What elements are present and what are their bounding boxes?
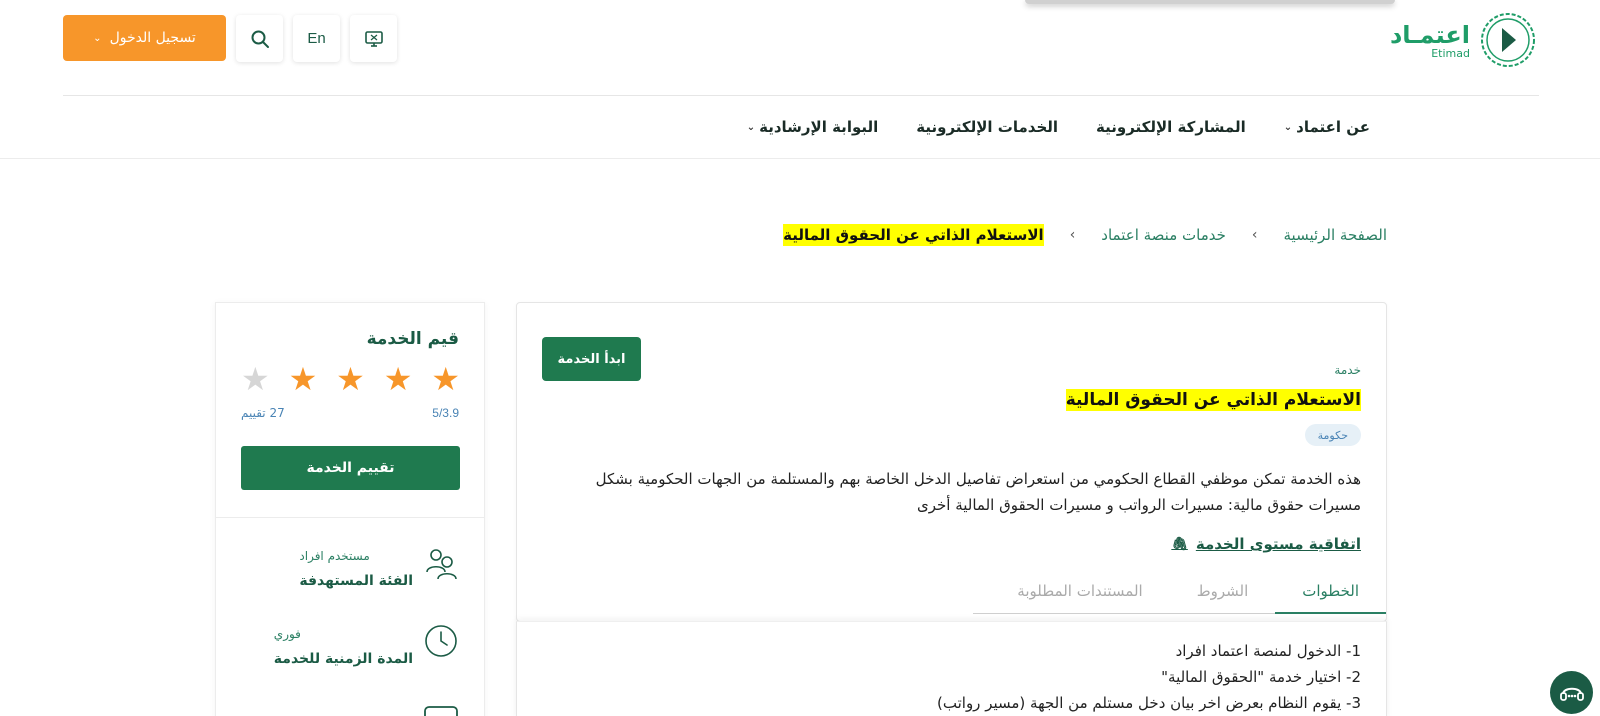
step-item: 1- الدخول لمنصة اعتماد افراد xyxy=(1175,642,1361,660)
step-item: 3- يقوم النظام بعرض اخر بيان دخل مستلم م… xyxy=(937,694,1361,712)
users-icon xyxy=(426,549,457,580)
search-button[interactable] xyxy=(236,15,283,62)
nav-divider xyxy=(0,158,1600,159)
site-header: اعتمـاد Etimad ⌄ تسجيل الدخول En xyxy=(0,0,1600,96)
service-tag-badge: حكومة xyxy=(1304,424,1361,446)
steps-panel: 1- الدخول لمنصة اعتماد افراد 2- اختيار خ… xyxy=(516,621,1387,716)
rating-count: 27 تقييم xyxy=(241,406,285,420)
dropdown-shadow xyxy=(1025,0,1395,4)
star-icon[interactable]: ★ xyxy=(289,363,318,395)
header-divider xyxy=(63,95,1539,96)
breadcrumb-separator: › xyxy=(1069,227,1076,243)
nav-item-label: البوابة الإرشادية xyxy=(759,118,879,136)
service-kind: خدمة xyxy=(1334,363,1361,377)
sidebar-partial-item xyxy=(423,705,459,716)
nav-item-guidance-portal[interactable]: البوابة الإرشادية ⌄ xyxy=(747,118,879,136)
target-audience: مستخدم افراد الفئة المستهدفة xyxy=(299,549,459,589)
star-icon[interactable]: ★ xyxy=(241,363,270,395)
chevron-down-icon: ⌄ xyxy=(1283,121,1293,133)
service-card: ابدأ الخدمة خدمة الاستعلام الذاتي عن الح… xyxy=(516,302,1387,622)
rating-sidebar: قيم الخدمة ★ ★ ★ ★ ★ 5/3.9 27 تقييم تقيي… xyxy=(215,302,485,716)
nav-item-label: عن اعتماد xyxy=(1296,118,1370,136)
service-title: الاستعلام الذاتي عن الحقوق المالية xyxy=(1065,389,1361,411)
accessibility-button[interactable] xyxy=(350,15,397,62)
monitor-icon xyxy=(364,30,383,47)
sla-link-label: اتفاقية مستوى الخدمة xyxy=(1195,535,1361,553)
rating-value: 5/3.9 xyxy=(432,406,459,420)
document-icon xyxy=(424,706,458,716)
chevron-down-icon: ⌄ xyxy=(746,121,756,133)
nav-item-about[interactable]: عن اعتماد ⌄ xyxy=(1284,118,1370,136)
breadcrumb: الصفحة الرئيسية › خدمات منصة اعتماد › ال… xyxy=(783,224,1387,246)
service-duration-label: المدة الزمنية للخدمة xyxy=(273,651,413,667)
support-agent-icon xyxy=(1559,687,1584,701)
etimad-logo-icon xyxy=(1481,13,1535,67)
header-actions: ⌄ تسجيل الدخول En xyxy=(63,15,397,62)
rating-stars[interactable]: ★ ★ ★ ★ ★ xyxy=(241,363,460,395)
breadcrumb-home[interactable]: الصفحة الرئيسية xyxy=(1284,226,1388,244)
nav-item-e-services[interactable]: الخدمات الإلكترونية xyxy=(916,118,1058,136)
target-audience-label: الفئة المستهدفة xyxy=(299,573,413,589)
chevron-down-icon: ⌄ xyxy=(93,32,102,44)
logo-text-en: Etimad xyxy=(1431,46,1470,60)
star-icon[interactable]: ★ xyxy=(384,363,413,395)
service-description: هذه الخدمة تمكن موظفي القطاع الحكومي من … xyxy=(595,470,1361,514)
star-icon[interactable]: ★ xyxy=(431,363,460,395)
logo-text-ar: اعتمـاد xyxy=(1389,20,1470,49)
login-button-label: تسجيل الدخول xyxy=(109,30,196,46)
target-audience-value: مستخدم افراد xyxy=(299,549,370,563)
service-duration-value: فوري xyxy=(273,627,301,641)
step-item: 2- اختيار خدمة "الحقوق المالية" xyxy=(1161,668,1361,686)
nav-item-e-participation[interactable]: المشاركة الإلكترونية xyxy=(1096,118,1246,136)
tab-conditions[interactable]: الشروط xyxy=(1170,578,1276,614)
etimad-logo[interactable]: اعتمـاد Etimad xyxy=(1390,10,1538,70)
service-duration: فوري المدة الزمنية للخدمة xyxy=(273,625,459,667)
nav-item-label: الخدمات الإلكترونية xyxy=(916,118,1059,136)
steps-list: 1- الدخول لمنصة اعتماد افراد 2- اختيار خ… xyxy=(937,638,1361,716)
main-nav: عن اعتماد ⌄ المشاركة الإلكترونية الخدمات… xyxy=(747,118,1370,136)
tab-steps[interactable]: الخطوات xyxy=(1275,578,1386,614)
language-button[interactable]: En xyxy=(293,15,340,62)
login-button[interactable]: ⌄ تسجيل الدخول xyxy=(63,15,226,61)
language-label: En xyxy=(307,30,326,47)
breadcrumb-current: الاستعلام الذاتي عن الحقوق المالية xyxy=(783,224,1044,246)
service-tabs: الخطوات الشروط المستندات المطلوبة xyxy=(973,578,1386,614)
breadcrumb-separator: › xyxy=(1251,227,1258,243)
clock-icon xyxy=(425,625,457,657)
support-chat-button[interactable] xyxy=(1550,671,1593,714)
sla-link[interactable]: اتفاقية مستوى الخدمة 🖇 xyxy=(1171,535,1361,553)
rate-service-button[interactable]: تقييم الخدمة xyxy=(241,446,460,490)
paperclip-icon: 🖇 xyxy=(1171,536,1188,552)
nav-item-label: المشاركة الإلكترونية xyxy=(1096,118,1246,136)
rating-title: قيم الخدمة xyxy=(366,329,459,349)
tab-required-documents[interactable]: المستندات المطلوبة xyxy=(990,578,1169,614)
search-icon xyxy=(251,30,269,48)
sidebar-divider xyxy=(216,517,484,518)
breadcrumb-services[interactable]: خدمات منصة اعتماد xyxy=(1101,226,1226,244)
star-icon[interactable]: ★ xyxy=(336,363,365,395)
start-service-button[interactable]: ابدأ الخدمة xyxy=(542,337,641,381)
